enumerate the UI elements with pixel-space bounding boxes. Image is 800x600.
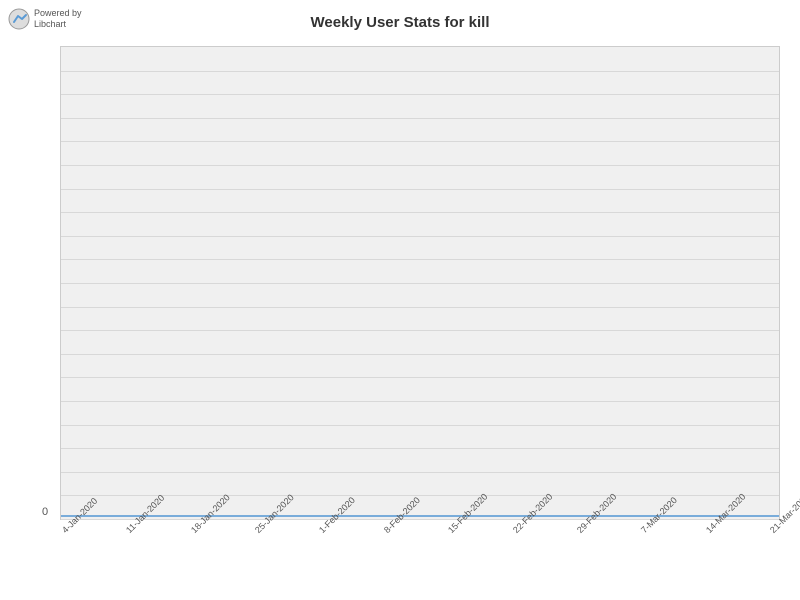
x-label-2: 18-Jan-2020 bbox=[189, 520, 205, 536]
grid-lines bbox=[61, 47, 779, 519]
branding: Powered by Libchart bbox=[8, 8, 82, 30]
x-label-1: 11-Jan-2020 bbox=[124, 520, 140, 536]
data-line bbox=[61, 515, 779, 517]
x-label-5: 8-Feb-2020 bbox=[382, 520, 398, 536]
x-label-10: 14-Mar-2020 bbox=[704, 520, 720, 536]
x-label-9: 7-Mar-2020 bbox=[639, 520, 655, 536]
x-label-7: 22-Feb-2020 bbox=[511, 520, 527, 536]
x-label-11: 21-Mar-2020 bbox=[768, 520, 784, 536]
branding-text: Powered by Libchart bbox=[34, 8, 82, 30]
x-label-8: 29-Feb-2020 bbox=[575, 520, 591, 536]
chart-title: Weekly User Stats for kill bbox=[0, 0, 800, 35]
x-axis: 4-Jan-2020 11-Jan-2020 18-Jan-2020 25-Ja… bbox=[60, 522, 780, 600]
y-axis-zero-label: 0 bbox=[42, 506, 48, 518]
x-label-4: 1-Feb-2020 bbox=[317, 520, 333, 536]
x-label-3: 25-Jan-2020 bbox=[253, 520, 269, 536]
x-label-0: 4-Jan-2020 bbox=[60, 520, 76, 536]
x-label-6: 15-Feb-2020 bbox=[446, 520, 462, 536]
libchart-logo-icon bbox=[8, 8, 30, 30]
chart-area bbox=[60, 46, 780, 520]
